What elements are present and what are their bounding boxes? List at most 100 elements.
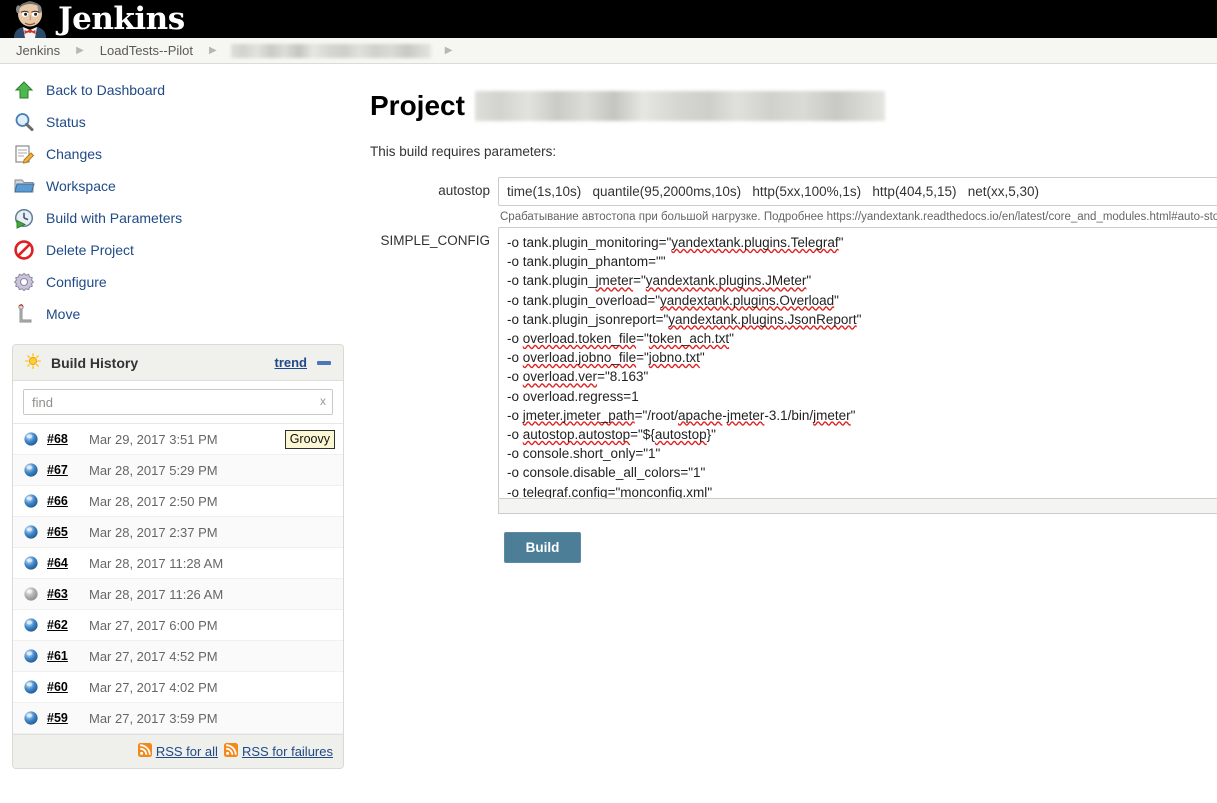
rss-for-failures-link[interactable]: RSS for failures	[223, 743, 333, 760]
build-number-link[interactable]: #62	[47, 618, 89, 632]
build-number-link[interactable]: #61	[47, 649, 89, 663]
breadcrumb-separator-icon: ▶	[76, 45, 84, 56]
build-status-ball-blue-icon	[23, 679, 39, 695]
build-number-link[interactable]: #63	[47, 587, 89, 601]
build-row[interactable]: #62 Mar 27, 2017 6:00 PM	[13, 610, 343, 641]
build-row[interactable]: #65 Mar 28, 2017 2:37 PM	[13, 517, 343, 548]
jenkins-butler-icon	[14, 1, 46, 38]
sidebar-item-changes[interactable]: Changes	[12, 138, 356, 170]
sidebar-item-build-with-parameters[interactable]: Build with Parameters	[12, 202, 356, 234]
minus-icon[interactable]	[317, 360, 331, 365]
build-timestamp: Mar 28, 2017 2:37 PM	[89, 524, 218, 540]
sidebar: Back to Dashboard Status Changes Workspa…	[0, 64, 356, 769]
build-status-ball-blue-icon	[23, 710, 39, 726]
jenkins-home-link[interactable]: Jenkins	[8, 0, 185, 38]
sidebar-item-label: Workspace	[46, 178, 116, 194]
build-number-link[interactable]: #59	[47, 711, 89, 725]
build-number-link[interactable]: #60	[47, 680, 89, 694]
build-number-link[interactable]: #66	[47, 494, 89, 508]
build-number-link[interactable]: #64	[47, 556, 89, 570]
build-badge: Groovy	[284, 429, 335, 449]
build-history-trend-link[interactable]: trend	[275, 355, 308, 370]
rss-for-all-link[interactable]: RSS for all	[137, 743, 218, 760]
scrollbar-thumb[interactable]	[501, 502, 1177, 511]
parameter-row-simple-config: SIMPLE_CONFIG -o tank.plugin_monitoring=…	[370, 227, 1217, 563]
breadcrumb: Jenkins ▶ LoadTests--Pilot ▶ ▶	[0, 38, 1217, 64]
simple-config-horizontal-scrollbar[interactable]	[498, 499, 1217, 514]
build-history-footer: RSS for all RSS for failures	[13, 734, 343, 768]
build-row[interactable]: #59 Mar 27, 2017 3:59 PM	[13, 703, 343, 734]
build-status-ball-blue-icon	[23, 555, 39, 571]
clear-find-icon[interactable]: x	[320, 394, 326, 408]
page-title-redacted	[474, 91, 885, 121]
build-history-panel: Build History trend x #68Mar 29, 2017 3:…	[12, 344, 344, 769]
main-content: Project This build requires parameters: …	[356, 64, 1217, 567]
sidebar-item-configure[interactable]: Configure	[12, 266, 356, 298]
top-bar: Jenkins	[0, 0, 1217, 38]
sidebar-item-back-to-dashboard[interactable]: Back to Dashboard	[12, 74, 356, 106]
build-timestamp: Mar 27, 2017 4:52 PM	[89, 648, 218, 664]
notepad-pencil-icon	[12, 142, 36, 166]
magnifier-icon	[12, 110, 36, 134]
parameter-row-autostop: autostop Срабатывание автостопа при боль…	[370, 177, 1217, 223]
breadcrumb-item-jenkins[interactable]: Jenkins	[14, 43, 62, 58]
build-status-ball-blue-icon	[23, 524, 39, 540]
up-arrow-icon	[12, 78, 36, 102]
rss-feed-icon	[137, 743, 152, 760]
requires-parameters-text: This build requires parameters:	[370, 144, 557, 159]
build-status-ball-blue-icon	[23, 462, 39, 478]
build-timestamp: Mar 28, 2017 11:26 AM	[89, 586, 224, 602]
build-timestamp: Mar 28, 2017 5:29 PM	[89, 462, 218, 478]
build-history-header: Build History trend	[13, 345, 343, 381]
build-row[interactable]: #66 Mar 28, 2017 2:50 PM	[13, 486, 343, 517]
sidebar-item-label: Delete Project	[46, 242, 134, 258]
build-row[interactable]: #61 Mar 27, 2017 4:52 PM	[13, 641, 343, 672]
build-history-find-input[interactable]	[23, 389, 333, 415]
build-row[interactable]: #64 Mar 28, 2017 11:28 AM	[13, 548, 343, 579]
build-timestamp: Mar 27, 2017 4:02 PM	[89, 679, 218, 695]
folder-icon	[12, 174, 36, 198]
parameter-label: SIMPLE_CONFIG	[380, 233, 490, 248]
build-timestamp: Mar 27, 2017 3:59 PM	[89, 710, 218, 726]
jenkins-wordmark: Jenkins	[58, 1, 185, 37]
build-row[interactable]: #63 Mar 28, 2017 11:26 AM	[13, 579, 343, 610]
rss-feed-icon	[223, 743, 238, 760]
breadcrumb-separator-icon: ▶	[209, 45, 217, 56]
sidebar-item-label: Move	[46, 306, 81, 322]
rss-for-failures-label: RSS for failures	[241, 744, 333, 759]
build-row[interactable]: #60 Mar 27, 2017 4:02 PM	[13, 672, 343, 703]
breadcrumb-item-redacted[interactable]	[230, 43, 431, 58]
breadcrumb-separator-icon: ▶	[444, 45, 453, 56]
autostop-input[interactable]	[498, 177, 1217, 206]
clock-play-icon	[12, 206, 36, 230]
sun-icon	[25, 353, 41, 372]
sidebar-item-label: Build with Parameters	[46, 210, 183, 226]
sidebar-item-status[interactable]: Status	[12, 106, 356, 138]
build-status-ball-blue-icon	[23, 648, 39, 664]
gear-icon	[12, 270, 36, 294]
build-row[interactable]: #67 Mar 28, 2017 5:29 PM	[13, 455, 343, 486]
build-number-link[interactable]: #65	[47, 525, 89, 539]
build-button[interactable]: Build	[504, 532, 581, 563]
build-status-ball-blue-icon	[23, 493, 39, 509]
no-entry-icon	[12, 238, 36, 262]
parameter-label: autostop	[438, 183, 490, 198]
sidebar-item-label: Status	[46, 114, 86, 130]
simple-config-textarea[interactable]	[498, 227, 1217, 499]
build-row[interactable]: #68 Mar 29, 2017 3:51 PM Groovy	[13, 424, 343, 455]
sidebar-item-label: Changes	[46, 146, 103, 162]
sidebar-item-label: Configure	[46, 274, 107, 290]
page-title-prefix: Project	[370, 90, 465, 121]
build-timestamp: Mar 29, 2017 3:51 PM	[89, 431, 218, 447]
sidebar-item-delete-project[interactable]: Delete Project	[12, 234, 356, 266]
build-number-link[interactable]: #68	[47, 432, 89, 446]
move-icon	[12, 302, 36, 326]
autostop-description: Срабатывание автостопа при большой нагру…	[500, 211, 1217, 223]
build-status-ball-blue-icon	[23, 431, 39, 447]
sidebar-item-workspace[interactable]: Workspace	[12, 170, 356, 202]
breadcrumb-item-loadtests-pilot[interactable]: LoadTests--Pilot	[98, 43, 195, 58]
sidebar-item-move[interactable]: Move	[12, 298, 356, 330]
build-number-link[interactable]: #67	[47, 463, 89, 477]
build-status-ball-blue-icon	[23, 617, 39, 633]
sidebar-task-list: Back to Dashboard Status Changes Workspa…	[0, 74, 356, 330]
